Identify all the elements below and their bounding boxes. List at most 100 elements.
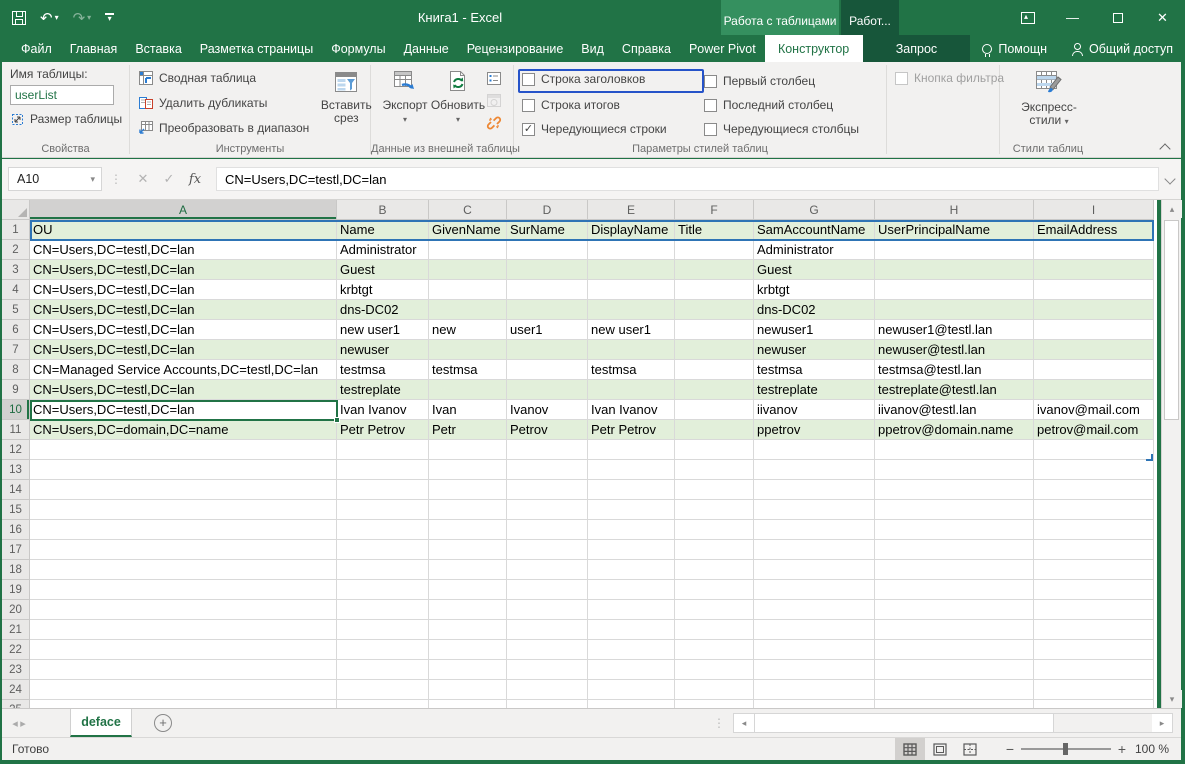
cell-C7[interactable]	[429, 340, 507, 360]
cell-D20[interactable]	[507, 600, 588, 620]
cell-F13[interactable]	[675, 460, 754, 480]
cell-B18[interactable]	[337, 560, 429, 580]
cell-G9[interactable]: testreplate	[754, 380, 875, 400]
cell-B23[interactable]	[337, 660, 429, 680]
insert-slicer-button[interactable]: Вставить срез	[317, 67, 375, 140]
cell-A17[interactable]	[30, 540, 337, 560]
cell-C10[interactable]: Ivan	[429, 400, 507, 420]
cell-C11[interactable]: Petr	[429, 420, 507, 440]
cell-H21[interactable]	[875, 620, 1034, 640]
zoom-slider[interactable]	[1021, 748, 1111, 750]
cell-D9[interactable]	[507, 380, 588, 400]
checkbox-первый-столбец[interactable]: Первый столбец	[704, 69, 884, 93]
cell-I4[interactable]	[1034, 280, 1154, 300]
convert-to-range-button[interactable]: Преобразовать в диапазон	[138, 117, 309, 139]
tab-файл[interactable]: Файл	[12, 35, 61, 62]
cell-F5[interactable]	[675, 300, 754, 320]
cell-E4[interactable]	[588, 280, 675, 300]
cell-F2[interactable]	[675, 240, 754, 260]
cell-B15[interactable]	[337, 500, 429, 520]
row-header-16[interactable]: 16	[2, 520, 30, 540]
cell-H25[interactable]	[875, 700, 1034, 708]
cell-G8[interactable]: testmsa	[754, 360, 875, 380]
cell-I12[interactable]	[1034, 440, 1154, 460]
cell-I19[interactable]	[1034, 580, 1154, 600]
cell-C2[interactable]	[429, 240, 507, 260]
cell-E3[interactable]	[588, 260, 675, 280]
cell-G14[interactable]	[754, 480, 875, 500]
cell-A24[interactable]	[30, 680, 337, 700]
cell-C12[interactable]	[429, 440, 507, 460]
cell-I20[interactable]	[1034, 600, 1154, 620]
cell-A22[interactable]	[30, 640, 337, 660]
ribbon-display-options-button[interactable]	[1005, 0, 1050, 35]
cell-I24[interactable]	[1034, 680, 1154, 700]
cell-F19[interactable]	[675, 580, 754, 600]
checkbox-чередующиеся-столбцы[interactable]: Чередующиеся столбцы	[704, 117, 884, 141]
formula-bar-expand-button[interactable]	[1159, 167, 1181, 191]
cell-F9[interactable]	[675, 380, 754, 400]
select-all-corner[interactable]	[2, 200, 30, 220]
cell-C8[interactable]: testmsa	[429, 360, 507, 380]
cell-E10[interactable]: Ivan Ivanov	[588, 400, 675, 420]
cell-C5[interactable]	[429, 300, 507, 320]
cell-H7[interactable]: newuser@testl.lan	[875, 340, 1034, 360]
cell-D5[interactable]	[507, 300, 588, 320]
cell-G19[interactable]	[754, 580, 875, 600]
cell-B5[interactable]: dns-DC02	[337, 300, 429, 320]
cell-E21[interactable]	[588, 620, 675, 640]
save-button[interactable]	[12, 11, 26, 25]
cell-H17[interactable]	[875, 540, 1034, 560]
column-header-E[interactable]: E	[588, 200, 675, 220]
cell-A14[interactable]	[30, 480, 337, 500]
row-header-17[interactable]: 17	[2, 540, 30, 560]
cell-A9[interactable]: CN=Users,DC=testl,DC=lan	[30, 380, 337, 400]
column-header-C[interactable]: C	[429, 200, 507, 220]
cell-B24[interactable]	[337, 680, 429, 700]
cell-A4[interactable]: CN=Users,DC=testl,DC=lan	[30, 280, 337, 300]
horizontal-scroll-thumb[interactable]	[754, 714, 1054, 732]
row-header-24[interactable]: 24	[2, 680, 30, 700]
cell-E7[interactable]	[588, 340, 675, 360]
row-header-12[interactable]: 12	[2, 440, 30, 460]
cell-E6[interactable]: new user1	[588, 320, 675, 340]
cell-A12[interactable]	[30, 440, 337, 460]
cell-E19[interactable]	[588, 580, 675, 600]
unlink-button[interactable]	[485, 114, 503, 131]
zoom-slider-thumb[interactable]	[1063, 743, 1068, 755]
cell-D24[interactable]	[507, 680, 588, 700]
cell-E12[interactable]	[588, 440, 675, 460]
checkbox-кнопка-фильтра[interactable]: Кнопка фильтра	[895, 71, 993, 85]
row-header-23[interactable]: 23	[2, 660, 30, 680]
cancel-button[interactable]: ✕	[130, 171, 156, 187]
tab-конструктор[interactable]: Конструктор	[765, 35, 863, 62]
cell-C17[interactable]	[429, 540, 507, 560]
cell-C16[interactable]	[429, 520, 507, 540]
cell-E13[interactable]	[588, 460, 675, 480]
export-button[interactable]: Экспорт ▾	[379, 67, 431, 140]
remove-duplicates-button[interactable]: Удалить дубликаты	[138, 92, 309, 114]
cell-C21[interactable]	[429, 620, 507, 640]
cell-D1[interactable]: SurName	[507, 220, 588, 240]
cell-A21[interactable]	[30, 620, 337, 640]
cell-G11[interactable]: ppetrov	[754, 420, 875, 440]
cell-E9[interactable]	[588, 380, 675, 400]
cell-F20[interactable]	[675, 600, 754, 620]
table-name-input[interactable]	[10, 85, 114, 105]
cell-F12[interactable]	[675, 440, 754, 460]
cell-D14[interactable]	[507, 480, 588, 500]
cell-E22[interactable]	[588, 640, 675, 660]
cell-F24[interactable]	[675, 680, 754, 700]
pivot-table-button[interactable]: Сводная таблица	[138, 67, 309, 89]
sheet-nav-right-arrow[interactable]: ▸	[10, 709, 36, 737]
cell-H22[interactable]	[875, 640, 1034, 660]
cell-A7[interactable]: CN=Users,DC=testl,DC=lan	[30, 340, 337, 360]
scrollbar-resize-grip[interactable]: ⋮	[713, 716, 725, 730]
cell-G2[interactable]: Administrator	[754, 240, 875, 260]
cell-D16[interactable]	[507, 520, 588, 540]
insert-function-button[interactable]: fx	[182, 172, 208, 187]
cell-C20[interactable]	[429, 600, 507, 620]
cell-A25[interactable]	[30, 700, 337, 708]
cell-C14[interactable]	[429, 480, 507, 500]
cell-C1[interactable]: GivenName	[429, 220, 507, 240]
